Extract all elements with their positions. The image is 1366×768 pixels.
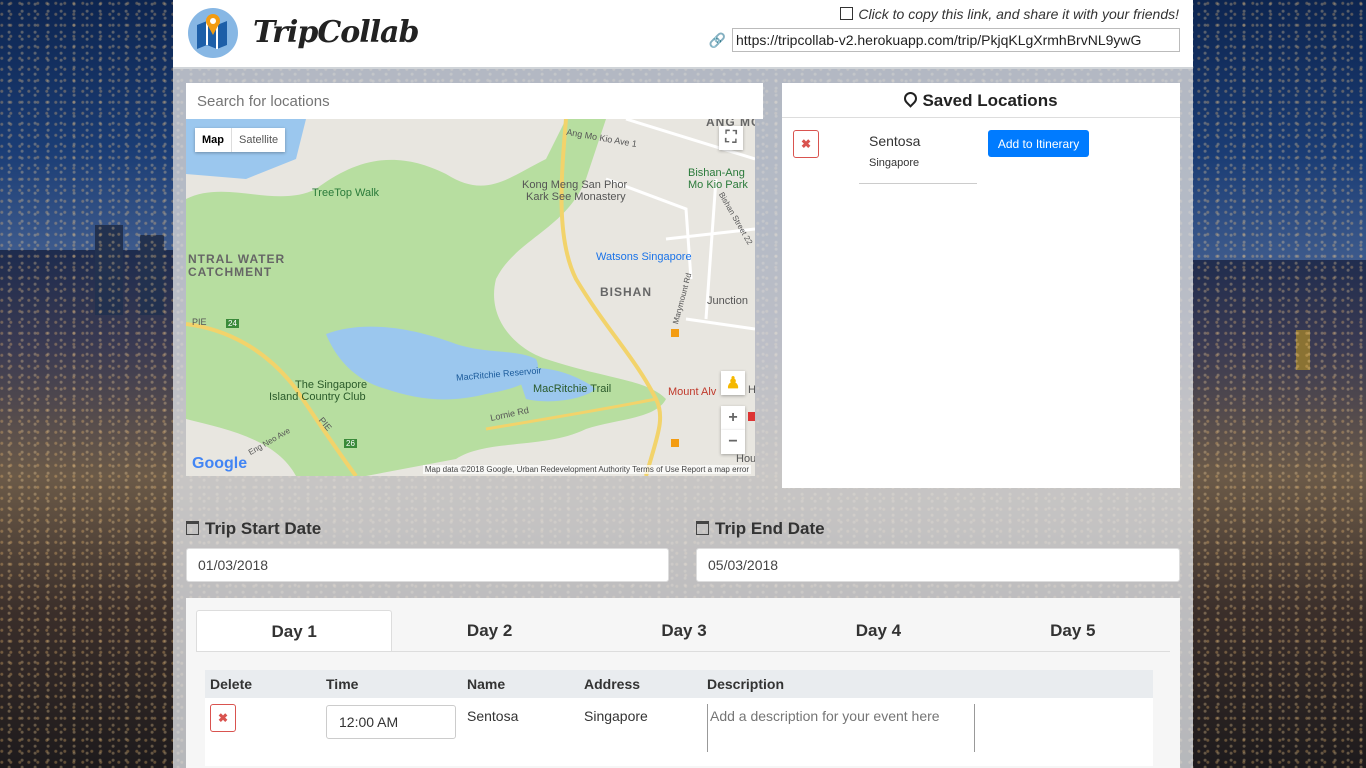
map-label: BISHAN [600,285,653,299]
trip-end-date-label-text: Trip End Date [715,519,825,538]
map-label: MacRitchie Trail [533,383,612,395]
main-container: TripCollab Click to copy this link, and … [173,0,1193,768]
logo: TripCollab [187,7,419,59]
background-sky-left [0,0,173,250]
background-building [95,225,123,315]
close-icon: ✖ [800,137,812,151]
event-description-input[interactable] [707,704,975,752]
column-header-name: Name [467,676,506,692]
delete-event-button[interactable]: ✖ [210,704,236,732]
divider [859,183,977,184]
copy-icon [840,7,854,20]
map-type-toggle: Map Satellite [195,128,286,152]
column-header-delete: Delete [210,676,253,692]
map-label: H [748,384,755,396]
table-header: Delete Time Name Address Description [205,670,1153,698]
saved-locations-title-text: Saved Locations [922,91,1058,110]
zoom-out-button[interactable]: − [721,430,745,454]
google-logo-text: Google [192,455,248,472]
map-type-map[interactable]: Map [195,128,232,152]
map-marker-icon [901,89,921,108]
close-icon: ✖ [217,711,229,725]
column-header-address: Address [584,676,641,692]
event-address: Singapore [584,708,648,724]
background-sky-right [1193,0,1366,260]
event-time-input[interactable] [326,705,456,739]
fullscreen-icon[interactable]: ⛶ [719,126,743,150]
map-label: PIE [192,317,207,327]
map-label: Hou [736,453,755,465]
pegman-icon[interactable]: ♟ [721,371,745,395]
trip-start-date-label-text: Trip Start Date [205,519,322,538]
map-label: Mo Kio Park [688,179,748,191]
google-logo: Google [192,455,247,473]
map-type-satellite[interactable]: Satellite [232,128,285,152]
map-label: Mount Alv [668,386,717,398]
map-label: Kong Meng San Phor [522,179,628,191]
map-label: Watsons Singapore [596,251,692,263]
copy-hint-text: Click to copy this link, and share it wi… [858,6,1179,22]
trip-end-date-label: Trip End Date [696,519,825,539]
map-label: Bishan-Ang [688,167,745,179]
itinerary-panel: Day 1 Day 2 Day 3 Day 4 Day 5 Delete Tim… [186,598,1180,768]
calendar-icon [696,521,709,535]
copy-link-hint[interactable]: Click to copy this link, and share it wi… [840,6,1179,22]
map-label: Island Country Club [269,391,366,403]
map-label: 26 [344,439,357,448]
google-map[interactable]: Map Satellite ⛶ ♟ + − ANG MO Ang Mo Kio … [186,119,755,476]
location-search-input[interactable] [186,83,763,119]
map-label: TreeTop Walk [312,187,380,199]
column-header-description: Description [707,676,785,692]
day-tabs: Day 1 Day 2 Day 3 Day 4 Day 5 [196,610,1170,652]
trip-end-date-input[interactable] [696,548,1180,582]
tab-day-1[interactable]: Day 1 [196,610,393,651]
add-to-itinerary-button[interactable]: Add to Itinerary [988,130,1089,157]
map-label: Junction [707,295,748,307]
share-link-row: 🔗 [709,28,1180,52]
tab-day-2[interactable]: Day 2 [392,610,586,651]
map-panel: Map Satellite ⛶ ♟ + − ANG MO Ang Mo Kio … [186,83,763,476]
saved-locations-panel: Saved Locations ✖ Sentosa Singapore Add … [782,83,1180,488]
app-name: TripCollab [253,15,419,50]
event-name: Sentosa [467,708,519,724]
trip-start-date-label: Trip Start Date [186,519,321,539]
calendar-icon [186,521,199,535]
delete-saved-location-button[interactable]: ✖ [793,130,819,158]
trip-start-date-input[interactable] [186,548,669,582]
map-label: NTRAL WATER [188,252,286,266]
header: TripCollab Click to copy this link, and … [173,0,1193,69]
map-label: The Singapore [295,379,368,391]
itinerary-table: Delete Time Name Address Description ✖ S… [205,670,1153,766]
column-header-time: Time [326,676,359,692]
map-label: CATCHMENT [188,265,273,279]
saved-locations-title: Saved Locations [782,83,1180,118]
link-icon: 🔗 [708,31,726,48]
background-building [140,235,164,315]
map-logo-icon [188,8,238,58]
map-tiles [186,119,755,476]
share-link-input[interactable] [732,28,1180,52]
saved-location-address: Singapore [869,157,920,169]
background-building [1296,330,1310,370]
tab-day-3[interactable]: Day 3 [587,610,781,651]
map-label: ANG MO [706,119,755,129]
tab-day-5[interactable]: Day 5 [976,610,1170,651]
map-label: Kark See Monastery [526,191,626,203]
map-label: 24 [226,319,239,328]
saved-location-name: Sentosa [869,133,921,149]
tab-day-4[interactable]: Day 4 [781,610,975,651]
zoom-in-button[interactable]: + [721,406,745,430]
map-attribution[interactable]: Map data ©2018 Google, Urban Redevelopme… [422,465,751,474]
